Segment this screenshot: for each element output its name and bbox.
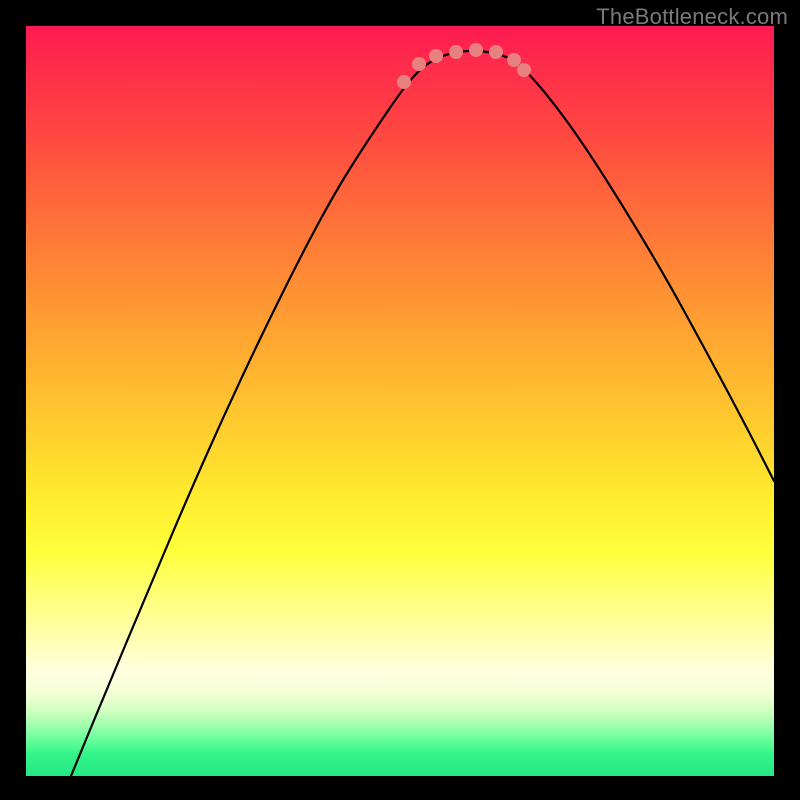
pink-marker	[489, 45, 503, 59]
pink-marker	[507, 53, 521, 67]
pink-marker	[429, 49, 443, 63]
pink-markers	[397, 43, 531, 89]
plot-area	[26, 26, 774, 776]
pink-marker	[397, 75, 411, 89]
pink-marker	[517, 63, 531, 77]
pink-marker	[412, 57, 426, 71]
chart-frame: TheBottleneck.com	[0, 0, 800, 800]
pink-marker	[469, 43, 483, 57]
watermark-text: TheBottleneck.com	[596, 4, 788, 30]
pink-marker	[449, 45, 463, 59]
black-curve	[71, 51, 774, 776]
curve-svg	[26, 26, 774, 776]
